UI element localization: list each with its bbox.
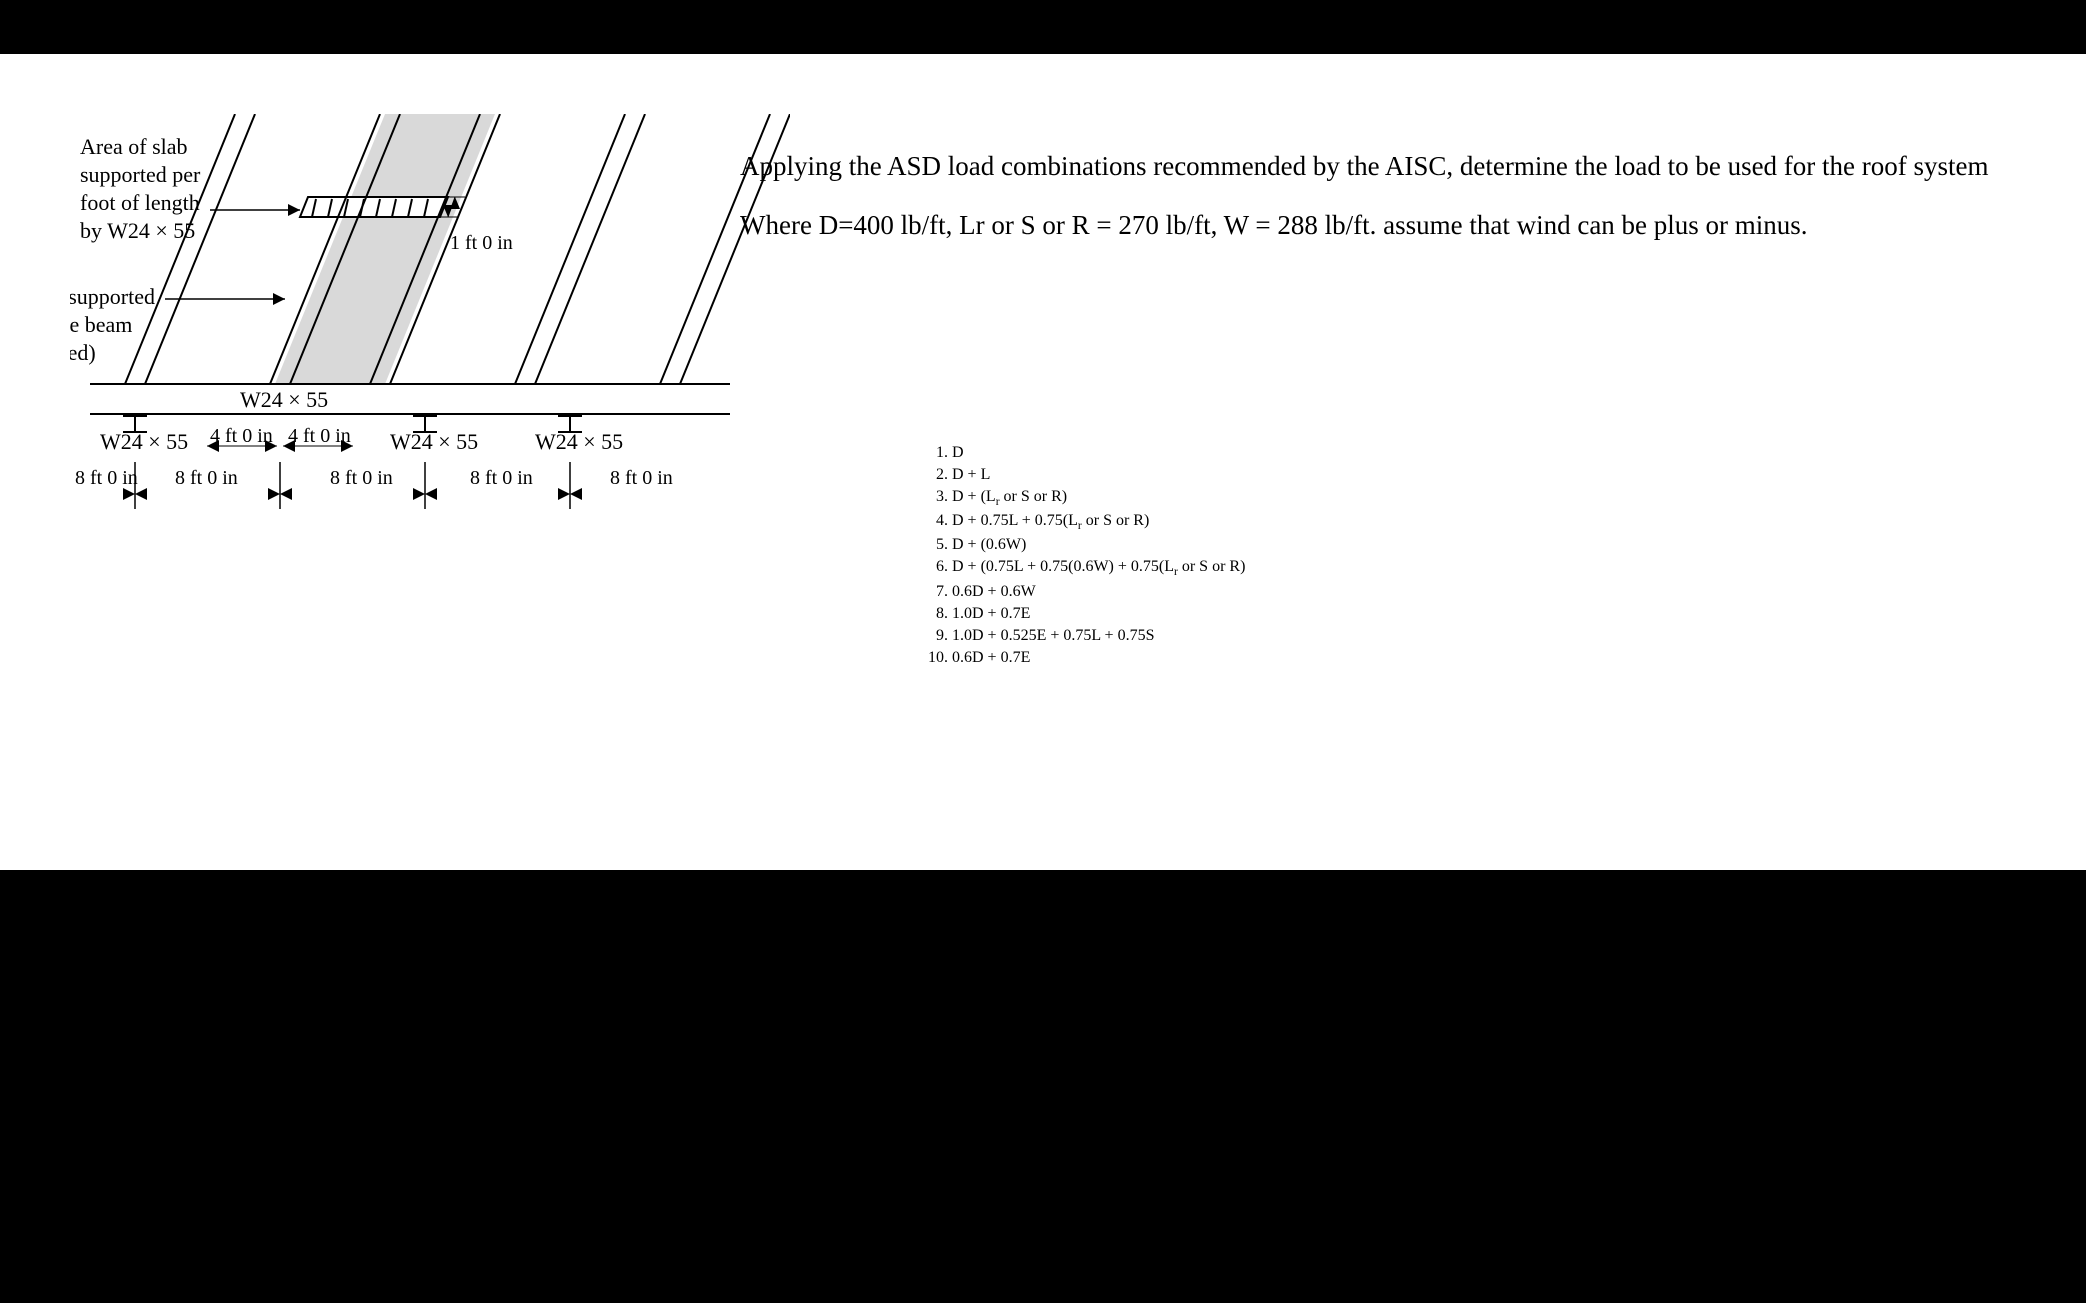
combo-4: D + 0.75L + 0.75(Lr or S or R)	[952, 512, 1245, 532]
asd-load-combinations-list: D D + L D + (Lr or S or R) D + 0.75L + 0…	[930, 444, 1245, 671]
joist-line	[515, 114, 625, 384]
dim-1ft: 1 ft 0 in	[450, 232, 513, 254]
fig-label-area-of-slab-line4: by W24 × 55	[80, 218, 195, 243]
slide-page: Area of slab supported per foot of lengt…	[0, 54, 2086, 870]
fig-label-area-supported-line3: (shaded)	[70, 340, 96, 365]
span-arrows	[123, 488, 582, 500]
fig-label-area-of-slab-line3: foot of length	[80, 190, 200, 215]
problem-paragraph-1: Applying the ASD load combinations recom…	[740, 149, 2066, 184]
combo-1: D	[952, 444, 1245, 462]
leader-1-arrowhead	[288, 204, 300, 216]
girder-label: W24 × 55	[240, 387, 328, 412]
dim-span-2: 8 ft 0 in	[175, 467, 238, 489]
combo-9: 1.0D + 0.525E + 0.75L + 0.75S	[952, 627, 1245, 645]
problem-paragraph-2: Where D=400 lb/ft, Lr or S or R = 270 lb…	[740, 208, 2066, 243]
combo-2: D + L	[952, 466, 1245, 484]
bottom-black-band	[0, 870, 2086, 970]
dim-span-1: 8 ft 0 in	[75, 467, 138, 489]
dim-span-5: 8 ft 0 in	[610, 467, 673, 489]
top-black-band	[0, 0, 2086, 54]
joist-line	[535, 114, 645, 384]
fig-label-area-supported-line1: Area supported	[70, 284, 155, 309]
roof-framing-figure: Area of slab supported per foot of lengt…	[70, 114, 790, 544]
combo-7: 0.6D + 0.6W	[952, 583, 1245, 601]
fig-label-area-supported-line2: by one beam	[70, 312, 132, 337]
leader-2-arrowhead	[273, 293, 285, 305]
problem-statement: Applying the ASD load combinations recom…	[740, 149, 2066, 267]
combo-6: D + (0.75L + 0.75(0.6W) + 0.75(Lr or S o…	[952, 558, 1245, 578]
combo-5: D + (0.6W)	[952, 536, 1245, 554]
fig-label-area-of-slab-line1: Area of slab	[80, 134, 188, 159]
beam-label-3: W24 × 55	[535, 429, 623, 454]
dim-4ft-left: 4 ft 0 in	[210, 425, 273, 447]
unit-length-strip	[300, 197, 448, 217]
dim-span-4: 8 ft 0 in	[470, 467, 533, 489]
dim-span-3: 8 ft 0 in	[330, 467, 393, 489]
combo-8: 1.0D + 0.7E	[952, 605, 1245, 623]
beam-label-2: W24 × 55	[390, 429, 478, 454]
fig-label-area-of-slab-line2: supported per	[80, 162, 201, 187]
combo-3: D + (Lr or S or R)	[952, 488, 1245, 508]
beam-label-1: W24 × 55	[100, 429, 188, 454]
combo-10: 0.6D + 0.7E	[952, 649, 1245, 667]
